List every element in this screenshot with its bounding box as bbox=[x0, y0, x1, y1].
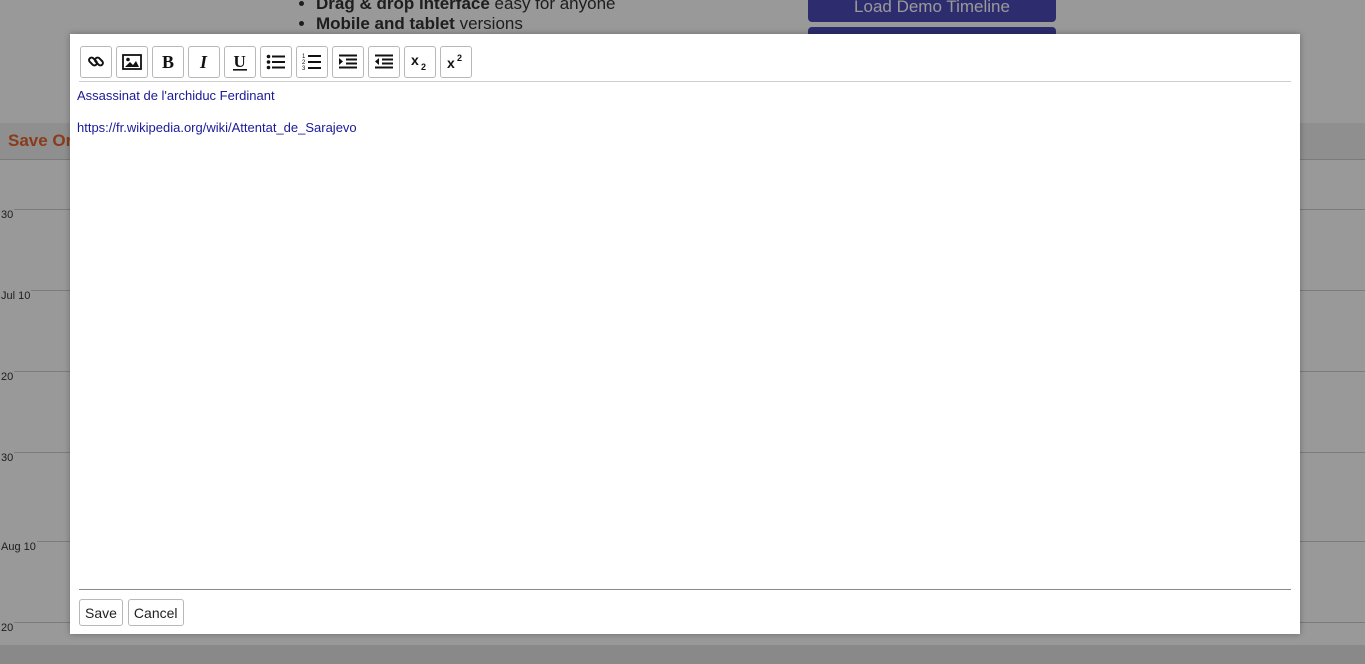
svg-text:2: 2 bbox=[457, 53, 462, 63]
indent-icon bbox=[339, 54, 357, 69]
numbered-list-icon: 123 bbox=[302, 54, 321, 71]
superscript-icon: x2 bbox=[447, 53, 462, 71]
svg-text:x: x bbox=[411, 53, 419, 68]
underline-icon: U bbox=[233, 53, 247, 71]
image-icon bbox=[122, 54, 142, 70]
svg-text:B: B bbox=[162, 53, 174, 71]
italic-button[interactable]: I bbox=[188, 46, 220, 78]
bullet-list-button[interactable] bbox=[260, 46, 292, 78]
underline-button[interactable]: U bbox=[224, 46, 256, 78]
outdent-button[interactable] bbox=[368, 46, 400, 78]
link-button[interactable] bbox=[80, 46, 112, 78]
bold-icon: B bbox=[162, 53, 174, 71]
bold-button[interactable]: B bbox=[152, 46, 184, 78]
footer-divider bbox=[79, 589, 1291, 590]
toolbar-divider bbox=[79, 81, 1291, 82]
editor-line-url: https://fr.wikipedia.org/wiki/Attentat_d… bbox=[77, 120, 357, 135]
rich-text-editor-modal: B I U 123 x2 x2 Assassinat de l'archiduc… bbox=[70, 34, 1300, 634]
subscript-icon: x2 bbox=[411, 53, 426, 71]
indent-button[interactable] bbox=[332, 46, 364, 78]
superscript-button[interactable]: x2 bbox=[440, 46, 472, 78]
modal-footer: Save Cancel bbox=[79, 599, 184, 626]
editor-toolbar: B I U 123 x2 x2 bbox=[80, 46, 472, 78]
numbered-list-button[interactable]: 123 bbox=[296, 46, 328, 78]
outdent-icon bbox=[375, 54, 393, 69]
editor-content-area[interactable]: Assassinat de l'archiduc Ferdinant https… bbox=[77, 88, 1291, 588]
image-button[interactable] bbox=[116, 46, 148, 78]
subscript-button[interactable]: x2 bbox=[404, 46, 436, 78]
svg-text:3: 3 bbox=[302, 66, 306, 71]
editor-line-title: Assassinat de l'archiduc Ferdinant bbox=[77, 88, 275, 103]
svg-text:U: U bbox=[234, 53, 246, 71]
link-icon bbox=[88, 56, 104, 67]
svg-text:x: x bbox=[447, 55, 455, 71]
cancel-button[interactable]: Cancel bbox=[127, 599, 184, 626]
save-button[interactable]: Save bbox=[79, 599, 123, 626]
svg-text:I: I bbox=[199, 53, 208, 71]
svg-text:2: 2 bbox=[421, 62, 426, 71]
bullet-list-icon bbox=[266, 54, 285, 70]
italic-icon: I bbox=[199, 53, 208, 71]
